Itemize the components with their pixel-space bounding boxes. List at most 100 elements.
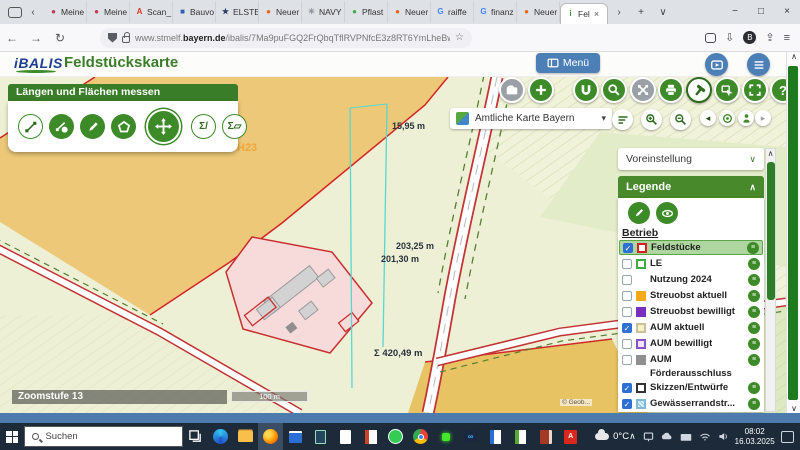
- checkbox-icon[interactable]: [622, 291, 632, 301]
- checkbox-checked-icon[interactable]: ✓: [622, 399, 632, 409]
- layer-menu-icon[interactable]: ≡: [748, 354, 760, 366]
- layer-menu-icon[interactable]: ≡: [748, 306, 760, 318]
- checkbox-icon[interactable]: [622, 307, 632, 317]
- page-scrollbar-thumb[interactable]: [788, 66, 798, 400]
- legend-row-nutzung[interactable]: Nutzung 2024 ≡: [619, 272, 763, 287]
- checkbox-checked-icon[interactable]: ✓: [622, 383, 632, 393]
- save-button[interactable]: [499, 77, 525, 103]
- calculator-button[interactable]: [308, 423, 333, 450]
- layer-menu-icon[interactable]: ≡: [748, 398, 760, 410]
- default-extent-button[interactable]: [719, 110, 735, 126]
- browser-tab[interactable]: Gfinanz: [474, 1, 517, 23]
- layer-order-button[interactable]: [612, 109, 633, 130]
- browser-tab[interactable]: Graiffe: [431, 1, 474, 23]
- tray-expand-icon[interactable]: ∧: [629, 431, 636, 442]
- scroll-down-icon[interactable]: ∨: [787, 404, 800, 413]
- creative-cloud-button[interactable]: ∞: [458, 423, 483, 450]
- volume-icon[interactable]: [718, 431, 729, 442]
- browser-tab[interactable]: ●Neuer: [388, 1, 431, 23]
- preset-panel-header[interactable]: Voreinstellung ∨: [618, 148, 764, 170]
- notification-center-icon[interactable]: [781, 431, 794, 443]
- tab-scroll-left-icon[interactable]: ‹: [22, 3, 44, 21]
- download-icon[interactable]: ⇩: [725, 31, 734, 44]
- measure-line-button[interactable]: [18, 114, 43, 139]
- print-button[interactable]: [658, 77, 684, 103]
- legend-row-aum-bewilligt[interactable]: AUM bewilligt ≡: [619, 336, 763, 351]
- checkbox-icon[interactable]: [622, 339, 632, 349]
- checkbox-icon[interactable]: [622, 275, 632, 285]
- wifi-icon[interactable]: [699, 432, 711, 442]
- edge-button[interactable]: [208, 423, 233, 450]
- layer-menu-icon[interactable]: ≡: [748, 322, 760, 334]
- sum-area-button[interactable]: Σ▱: [222, 114, 247, 139]
- new-tab-button[interactable]: +: [630, 3, 652, 21]
- news-list-button[interactable]: [747, 53, 770, 76]
- window-close-button[interactable]: ×: [774, 0, 800, 24]
- browser-tab[interactable]: ●Neuer: [259, 1, 302, 23]
- chrome-button[interactable]: [408, 423, 433, 450]
- language-icon[interactable]: [680, 432, 692, 442]
- reload-icon[interactable]: ↻: [48, 31, 72, 45]
- zoom-out-button[interactable]: [670, 109, 691, 130]
- back-icon[interactable]: ←: [0, 31, 24, 45]
- browser-tab[interactable]: ★ELSTE: [216, 1, 259, 23]
- browser-tab[interactable]: ●Meine: [87, 1, 130, 23]
- taskbar-clock[interactable]: 08:02 16.03.2025: [735, 427, 775, 447]
- measure-area-draw-button[interactable]: [80, 114, 105, 139]
- move-map-button[interactable]: [630, 77, 656, 103]
- firefox-view-icon[interactable]: [8, 7, 22, 18]
- legend-panel-header[interactable]: Legende ∧: [618, 176, 764, 198]
- fullscreen-button[interactable]: [742, 77, 768, 103]
- impress-button[interactable]: [358, 423, 383, 450]
- addressbook-button[interactable]: [533, 423, 558, 450]
- window-maximize-button[interactable]: □: [748, 0, 774, 24]
- tracking-shield-icon[interactable]: [108, 33, 117, 43]
- app-menu-icon[interactable]: ≡: [784, 32, 790, 44]
- measure-line-continue-button[interactable]: [49, 114, 74, 139]
- pdf-button[interactable]: A: [558, 423, 583, 450]
- document-button[interactable]: [333, 423, 358, 450]
- video-help-button[interactable]: [705, 53, 728, 76]
- checkbox-icon[interactable]: [622, 355, 632, 365]
- account-icon[interactable]: B: [743, 31, 756, 44]
- legend-row-gewaesserrandstreifen[interactable]: ✓ Gewässerrandstr... ≡: [619, 396, 763, 411]
- firefox-button[interactable]: [258, 423, 283, 450]
- legend-edit-button[interactable]: [628, 202, 650, 224]
- history-back-button[interactable]: ◂: [700, 110, 716, 126]
- extension-icon[interactable]: [705, 33, 716, 43]
- layer-menu-icon[interactable]: ≡: [748, 258, 760, 270]
- taskbar-search-input[interactable]: Suchen: [24, 426, 183, 447]
- url-input[interactable]: www.stmelf.bayern.de/ibalis/7Ma9puFGQ2Fr…: [100, 28, 472, 48]
- scroll-up-icon[interactable]: ∧: [766, 149, 775, 158]
- screen-record-button[interactable]: [433, 423, 458, 450]
- measure-tool-button[interactable]: [686, 77, 712, 103]
- legend-row-aum-aktuell[interactable]: ✓ AUM aktuell ≡: [619, 320, 763, 335]
- sum-length-button[interactable]: Σ/: [191, 114, 216, 139]
- lock-icon[interactable]: [122, 36, 130, 43]
- layer-menu-icon[interactable]: ≡: [748, 382, 760, 394]
- whatsapp-button[interactable]: [383, 423, 408, 450]
- basemap-select[interactable]: Amtliche Karte Bayern ▾: [450, 108, 612, 129]
- zoom-area-button[interactable]: [601, 77, 627, 103]
- snap-button[interactable]: [573, 77, 599, 103]
- move-vertex-button[interactable]: [148, 111, 179, 142]
- browser-tab-active[interactable]: iFel×: [560, 3, 608, 24]
- checkbox-icon[interactable]: [622, 259, 632, 269]
- scroll-up-icon[interactable]: ∧: [787, 52, 800, 61]
- feature-info-button[interactable]: [714, 77, 740, 103]
- tab-scroll-right-icon[interactable]: ›: [608, 3, 630, 21]
- checkbox-checked-icon[interactable]: ✓: [622, 323, 632, 333]
- taskbar-weather[interactable]: 0°C: [595, 431, 629, 442]
- bookmark-star-icon[interactable]: ☆: [455, 32, 464, 43]
- writer-button[interactable]: [483, 423, 508, 450]
- share-icon[interactable]: ⇪: [765, 31, 774, 44]
- task-view-button[interactable]: [183, 423, 208, 450]
- menu-button[interactable]: Menü: [536, 53, 600, 73]
- zoom-in-button[interactable]: [641, 109, 662, 130]
- add-button[interactable]: [528, 77, 554, 103]
- browser-tab[interactable]: AScan_: [130, 1, 173, 23]
- layer-menu-icon[interactable]: ≡: [748, 290, 760, 302]
- measure-polygon-button[interactable]: [111, 114, 136, 139]
- layer-menu-icon[interactable]: ≡: [747, 242, 759, 254]
- legend-row-le[interactable]: LE ≡: [619, 256, 763, 271]
